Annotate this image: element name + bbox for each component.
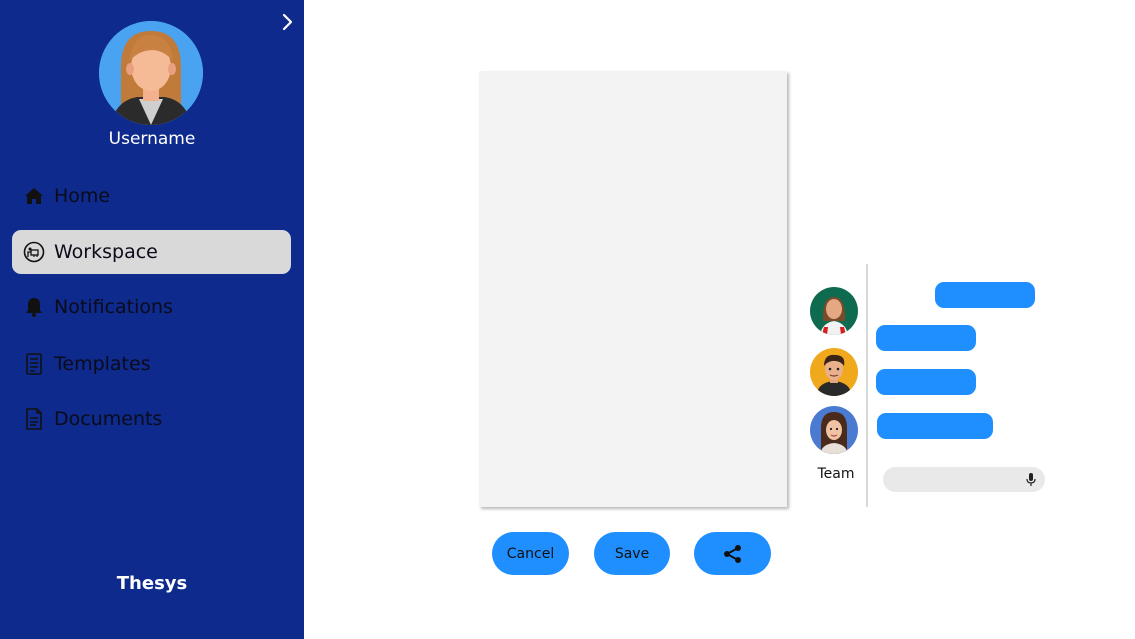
cancel-button[interactable]: Cancel — [492, 532, 569, 575]
brand-logo-text: Thesys — [116, 573, 188, 594]
sidebar-item-home[interactable]: Home — [12, 174, 291, 218]
sidebar: Username Home Workspace Notifications Te… — [0, 0, 304, 639]
chat-message-bubble — [935, 282, 1035, 308]
sidebar-item-label: Documents — [54, 408, 163, 430]
share-icon — [722, 543, 744, 565]
username-label: Username — [108, 129, 196, 149]
chat-divider — [866, 264, 868, 507]
share-button[interactable] — [694, 532, 771, 575]
chat-message-bubble — [877, 413, 993, 439]
chat-message-input[interactable] — [883, 467, 1045, 492]
workspace-icon — [22, 240, 46, 264]
templates-icon — [22, 352, 46, 376]
home-icon — [22, 184, 46, 208]
document-icon — [22, 407, 46, 431]
chat-message-bubble — [876, 325, 976, 351]
team-member-avatar[interactable] — [810, 348, 858, 396]
microphone-icon[interactable] — [1024, 472, 1038, 488]
chat-message-bubble — [876, 369, 976, 395]
bell-icon — [22, 295, 46, 319]
sidebar-item-notifications[interactable]: Notifications — [12, 285, 291, 329]
team-member-avatar[interactable] — [810, 406, 858, 454]
user-avatar[interactable] — [99, 21, 203, 125]
team-label: Team — [817, 466, 855, 482]
sidebar-item-label: Workspace — [54, 241, 158, 263]
sidebar-item-documents[interactable]: Documents — [12, 397, 291, 441]
sidebar-item-label: Templates — [54, 353, 151, 375]
sidebar-item-templates[interactable]: Templates — [12, 342, 291, 386]
team-member-avatar[interactable] — [810, 287, 858, 335]
sidebar-item-workspace[interactable]: Workspace — [12, 230, 291, 274]
expand-chevron-icon[interactable] — [277, 10, 299, 34]
document-canvas[interactable] — [479, 71, 787, 507]
sidebar-item-label: Notifications — [54, 296, 173, 318]
sidebar-item-label: Home — [54, 185, 111, 207]
save-button[interactable]: Save — [594, 532, 670, 575]
